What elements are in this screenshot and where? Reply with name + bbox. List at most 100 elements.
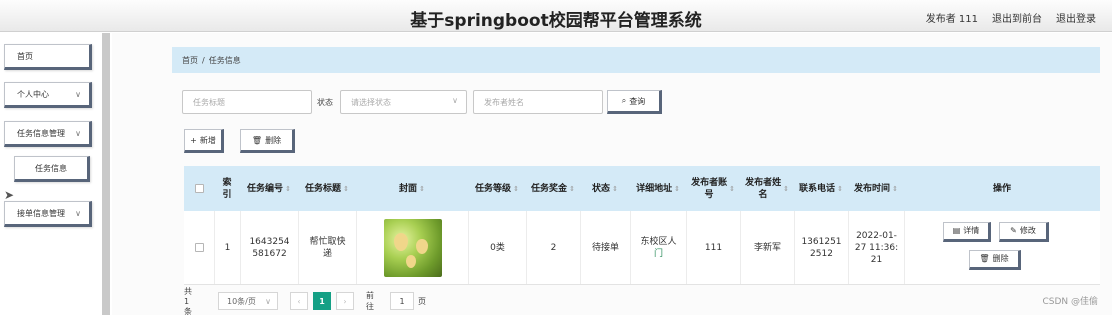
address-line-1: 东校区人 xyxy=(640,236,677,247)
col-level[interactable]: 任务等级 ⇕ xyxy=(468,166,526,211)
cover-image-leaf xyxy=(415,238,428,254)
pagination-total: 共1条 xyxy=(184,287,192,315)
prev-page-button[interactable]: ‹ xyxy=(290,292,308,310)
sidebar-subitem-task-info[interactable]: 任务信息 xyxy=(14,156,90,182)
publisher-name-search-input[interactable]: 发布者姓名 xyxy=(473,90,603,114)
edit-button[interactable]: ✎ 修改 xyxy=(999,222,1049,242)
col-name[interactable]: 发布者姓名 ⇕ xyxy=(740,166,794,211)
row-delete-button-label: 删除 xyxy=(992,254,1009,263)
col-task-no[interactable]: 任务编号 ⇕ xyxy=(240,166,298,211)
sidebar-item-personal-center[interactable]: 个人中心 ∨ xyxy=(4,82,92,108)
col-index: 索引 xyxy=(222,177,232,200)
state-select-placeholder: 请选择状态 xyxy=(351,97,391,107)
sort-icon: ⇕ xyxy=(612,184,618,193)
trash-icon: 🗑 xyxy=(251,135,263,145)
cell-name: 李新军 xyxy=(740,211,794,284)
state-select[interactable]: 请选择状态 ∨ xyxy=(340,90,467,114)
cell-level: 0类 xyxy=(468,211,526,284)
state-label: 状态 xyxy=(317,98,333,107)
cell-cover xyxy=(356,211,468,284)
sort-icon: ⇕ xyxy=(285,184,291,193)
col-account[interactable]: 发布者账号 ⇕ xyxy=(686,166,740,211)
col-task-title[interactable]: 任务标题 ⇕ xyxy=(298,166,356,211)
add-button-label: 新增 xyxy=(199,135,216,145)
next-page-button[interactable]: › xyxy=(336,292,354,310)
sidebar-item-label: 首页 xyxy=(17,51,33,61)
header-actions: 发布者 111 退出到前台 退出登录 xyxy=(926,10,1096,25)
chevron-down-icon: ∨ xyxy=(265,296,271,306)
detail-button[interactable]: ▤ 详情 xyxy=(943,222,991,242)
col-ops: 操作 xyxy=(992,183,1011,194)
cell-status: 待接单 xyxy=(580,211,630,284)
col-reward[interactable]: 任务奖金 ⇕ xyxy=(526,166,580,211)
search-button[interactable]: ⌕ 查询 xyxy=(607,90,662,114)
cover-image[interactable] xyxy=(383,218,442,277)
chevron-down-icon: ∨ xyxy=(452,96,458,105)
cell-phone: 13612512512 xyxy=(794,211,848,284)
sort-icon: ⇕ xyxy=(343,184,349,193)
search-icon: ⌕ xyxy=(621,96,627,105)
sort-icon: ⇕ xyxy=(419,184,425,193)
exit-to-front-link[interactable]: 退出到前台 xyxy=(992,10,1042,25)
col-status[interactable]: 状态 ⇕ xyxy=(580,166,630,211)
goto-page-input[interactable]: 1 xyxy=(390,292,414,310)
row-checkbox[interactable] xyxy=(194,243,204,252)
task-title-search-input[interactable]: 任务标题 xyxy=(182,90,312,114)
mouse-cursor-icon: ➤ xyxy=(4,188,15,202)
task-title-placeholder: 任务标题 xyxy=(193,97,225,107)
sidebar-item-order-management[interactable]: 接单信息管理 ∨ xyxy=(4,201,92,227)
sort-icon: ⇕ xyxy=(513,184,519,193)
cell-task-no: 1643254581672 xyxy=(240,211,298,284)
row-delete-button[interactable]: 🗑 删除 xyxy=(969,250,1021,270)
sidebar-item-home[interactable]: 首页 xyxy=(4,44,92,70)
cell-ops: ▤ 详情 ✎ 修改 🗑 删除 xyxy=(904,211,1100,284)
batch-delete-button[interactable]: 🗑 删除 xyxy=(240,129,295,153)
chevron-down-icon: ∨ xyxy=(75,129,81,138)
page-1-button[interactable]: 1 xyxy=(313,292,331,310)
sidebar-item-label: 任务信息管理 xyxy=(17,128,65,138)
chevron-down-icon: ∨ xyxy=(75,90,81,99)
address-line-2: 门 xyxy=(653,248,663,259)
sort-icon: ⇕ xyxy=(783,184,789,193)
sidebar-item-label: 接单信息管理 xyxy=(17,208,65,218)
page-size-select[interactable]: 10条/页 ∨ xyxy=(218,292,278,310)
sort-icon: ⇕ xyxy=(569,184,575,193)
trash-icon: 🗑 xyxy=(979,254,990,263)
breadcrumb: 首页 / 任务信息 xyxy=(172,47,1100,73)
sidebar-item-task-management[interactable]: 任务信息管理 ∨ xyxy=(4,121,92,147)
breadcrumb-current: 任务信息 xyxy=(208,55,241,65)
sidebar-item-label: 个人中心 xyxy=(17,89,49,99)
col-phone[interactable]: 联系电话 ⇕ xyxy=(794,166,848,211)
watermark: CSDN @佳偷 xyxy=(1042,297,1098,307)
col-cover[interactable]: 封面 ⇕ xyxy=(356,166,468,211)
chevron-down-icon: ∨ xyxy=(75,209,81,218)
sort-icon: ⇕ xyxy=(674,184,680,193)
col-time[interactable]: 发布时间 ⇕ xyxy=(848,166,904,211)
sidebar-item-label: 任务信息 xyxy=(35,163,67,173)
cell-index: 1 xyxy=(214,211,240,284)
breadcrumb-separator: / xyxy=(202,55,205,65)
sidebar-scrollbar[interactable] xyxy=(102,33,110,315)
page-size-value: 10条/页 xyxy=(227,296,256,306)
select-all-checkbox[interactable] xyxy=(194,184,204,193)
detail-button-label: 详情 xyxy=(963,226,980,235)
edit-icon: ✎ xyxy=(1010,226,1017,235)
sort-icon: ⇕ xyxy=(892,184,898,193)
publisher-name-placeholder: 发布者姓名 xyxy=(484,97,524,107)
edit-button-label: 修改 xyxy=(1019,226,1036,235)
cell-account: 111 xyxy=(686,211,740,284)
col-address[interactable]: 详细地址 ⇕ xyxy=(630,166,686,211)
plus-icon: + xyxy=(190,135,197,145)
add-button[interactable]: + 新增 xyxy=(184,129,224,153)
search-button-label: 查询 xyxy=(629,96,646,106)
breadcrumb-home[interactable]: 首页 xyxy=(182,55,198,66)
cover-image-leaf xyxy=(405,254,416,268)
cell-task-title: 帮忙取快递 xyxy=(298,211,356,284)
row-select-cell xyxy=(184,211,214,284)
logout-link[interactable]: 退出登录 xyxy=(1056,10,1096,25)
cell-address: 东校区人 门 xyxy=(630,211,686,284)
sort-icon: ⇕ xyxy=(837,184,843,193)
delete-button-label: 删除 xyxy=(265,135,282,145)
document-icon: ▤ xyxy=(952,226,961,235)
goto-prefix: 前往 xyxy=(366,291,374,311)
